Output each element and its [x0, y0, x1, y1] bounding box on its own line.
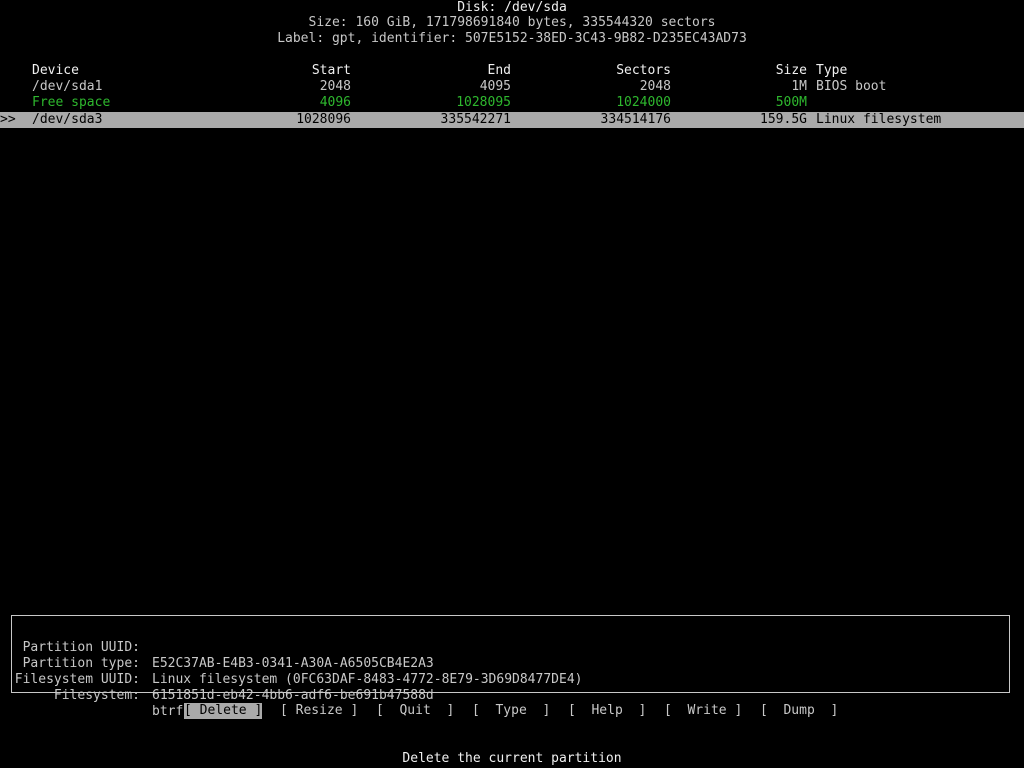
- partition-device: Free space: [32, 95, 111, 110]
- partition-device: /dev/sda1: [32, 79, 103, 94]
- partition-end: 335542271: [440, 112, 511, 127]
- partition-table-header: Device Start End Sectors Size Type: [0, 63, 1024, 79]
- info-key: Filesystem:: [53, 688, 140, 703]
- partition-sectors: 2048: [639, 79, 671, 94]
- partition-info-panel: Partition UUID: E52C37AB-E4B3-0341-A30A-…: [11, 615, 1010, 719]
- partition-device: /dev/sda3: [32, 112, 103, 127]
- disk-title: Disk: /dev/sda: [457, 0, 567, 15]
- column-header-type: Type: [816, 63, 848, 78]
- partition-start: 4096: [319, 95, 351, 110]
- status-hint: Delete the current partition: [402, 751, 622, 766]
- column-header-start: Start: [311, 63, 351, 78]
- partition-row-sda1[interactable]: /dev/sda1 2048 4095 2048 1M BIOS boot: [0, 79, 1024, 95]
- partition-start: 2048: [319, 79, 351, 94]
- partition-row-sda3-selected[interactable]: >> /dev/sda3 1028096 335542271 334514176…: [0, 112, 1024, 128]
- quit-button[interactable]: [ Quit ]: [376, 703, 454, 719]
- column-header-device: Device: [32, 63, 79, 78]
- partition-type: Linux filesystem: [816, 112, 942, 127]
- selection-pointer: >>: [0, 112, 16, 127]
- column-header-sectors: Sectors: [616, 63, 671, 78]
- column-header-size: Size: [775, 63, 807, 78]
- type-button[interactable]: [ Type ]: [472, 703, 550, 719]
- partition-row-free-space[interactable]: Free space 4096 1028095 1024000 500M: [0, 95, 1024, 111]
- partition-size: 159.5G: [760, 112, 807, 127]
- write-button[interactable]: [ Write ]: [664, 703, 742, 719]
- action-menu: [ Delete ] [ Resize ] [ Quit ] [ Type ] …: [0, 703, 1024, 719]
- partition-type: BIOS boot: [816, 79, 887, 94]
- partition-end: 1028095: [456, 95, 511, 110]
- disk-size-info: Size: 160 GiB, 171798691840 bytes, 33554…: [308, 15, 716, 30]
- column-header-end: End: [487, 63, 511, 78]
- disk-label-info: Label: gpt, identifier: 507E5152-38ED-3C…: [277, 31, 747, 46]
- dump-button[interactable]: [ Dump ]: [760, 703, 838, 719]
- help-button[interactable]: [ Help ]: [568, 703, 646, 719]
- partition-end: 4095: [479, 79, 511, 94]
- partition-sectors: 1024000: [616, 95, 671, 110]
- partition-sectors: 334514176: [600, 112, 671, 127]
- partition-size: 1M: [791, 79, 807, 94]
- resize-button[interactable]: [ Resize ]: [280, 703, 358, 719]
- delete-button[interactable]: [ Delete ]: [184, 703, 263, 719]
- partition-start: 1028096: [296, 112, 351, 127]
- partition-size: 500M: [775, 95, 807, 110]
